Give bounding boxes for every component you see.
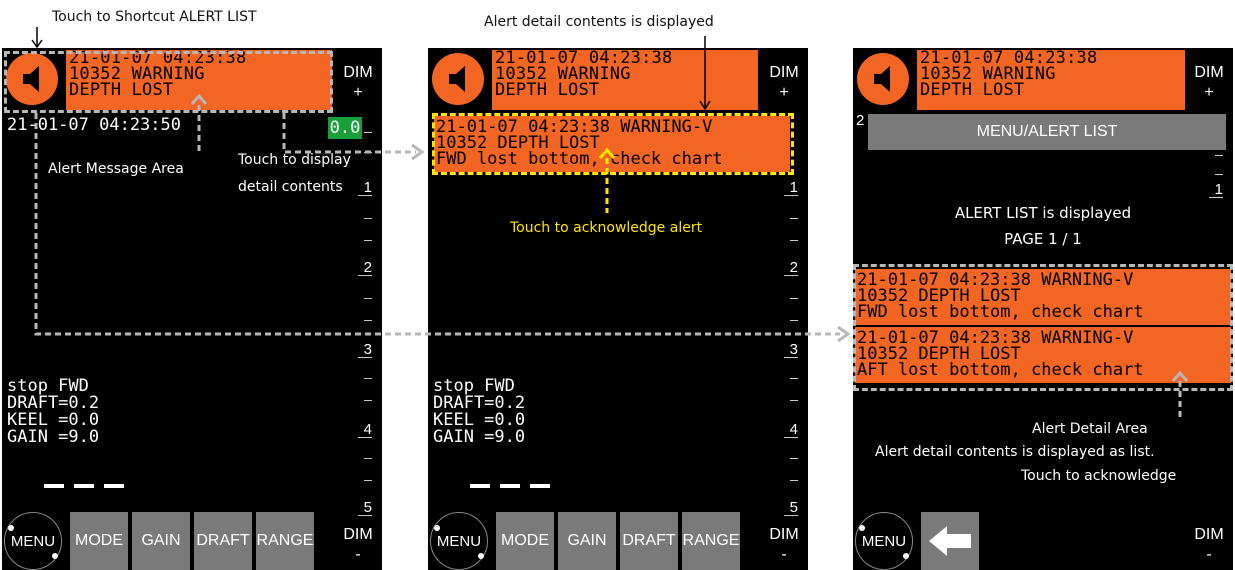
menu-button[interactable]: MENU	[4, 512, 62, 570]
status-block: stop FWD DRAFT=0.2 KEEL =0.0 GAIN =9.0	[433, 378, 525, 446]
dim-minus: -	[1206, 546, 1212, 563]
alert-text: DEPTH LOST	[495, 80, 600, 100]
range-button[interactable]: RANGE	[256, 512, 314, 570]
depth-value: 0.0	[328, 117, 362, 139]
menu-label: MENU	[861, 532, 907, 550]
dash-indicator	[74, 484, 94, 488]
bottom-bar: MENU MODE GAIN DRAFT RANGE DIM -	[428, 508, 808, 570]
bottom-bar: MENU DIM -	[853, 508, 1233, 570]
dim-label: DIM	[1194, 64, 1224, 81]
scale-label-3: 3	[358, 342, 372, 358]
dash-indicator	[104, 484, 124, 488]
menu-label: MENU	[10, 532, 56, 550]
callout-detail-as-list: Alert detail contents is displayed as li…	[875, 444, 1155, 460]
alert-message-area[interactable]: 21-01-07 04:23:38 10352 WARNING DEPTH LO…	[492, 50, 758, 110]
dim-minus-button[interactable]: DIM -	[1185, 512, 1233, 570]
callout-touch-display-2: detail contents	[238, 179, 343, 195]
scale-label-3: 3	[784, 342, 798, 358]
scale-label-1: 1	[1209, 182, 1223, 198]
draft-button[interactable]: DRAFT	[194, 512, 252, 570]
callout-alert-detail-area: Alert Detail Area	[1032, 421, 1148, 437]
dim-minus: -	[781, 546, 787, 563]
callout-shortcut: Touch to Shortcut ALERT LIST	[52, 9, 257, 25]
dim-label: DIM	[769, 526, 799, 543]
dim-label: DIM	[769, 64, 799, 81]
highlight-shortcut-area	[4, 51, 333, 113]
menu-button[interactable]: MENU	[430, 512, 488, 570]
dim-label: DIM	[343, 64, 373, 81]
depth-scale: 1 2 3 4 5	[774, 140, 798, 520]
dim-plus: +	[353, 84, 363, 101]
speaker-icon	[874, 66, 890, 92]
status-line: GAIN =9.0	[433, 427, 526, 447]
draft-button[interactable]: DRAFT	[620, 512, 678, 570]
scale-label-1: 1	[358, 180, 372, 196]
scale-label-4: 4	[784, 422, 798, 438]
callout-touch-to-ack: Touch to acknowledge	[1021, 468, 1177, 484]
status-line: GAIN =9.0	[7, 427, 100, 447]
scale-tick	[1215, 155, 1223, 156]
speaker-icon	[449, 66, 465, 92]
callout-detail-displayed: Alert detail contents is displayed	[484, 14, 714, 30]
clock: 21-01-07 04:23:50	[7, 115, 181, 135]
scale-label-2: 2	[784, 260, 798, 276]
mode-button[interactable]: MODE	[70, 512, 128, 570]
menu-alert-list-header[interactable]: MENU/ALERT LIST	[868, 114, 1226, 150]
dim-plus: +	[1204, 84, 1214, 101]
screen-main: 21-01-07 04:23:38 10352 WARNING DEPTH LO…	[2, 48, 382, 570]
range-button[interactable]: RANGE	[682, 512, 740, 570]
dim-plus: +	[779, 84, 789, 101]
dim-minus: -	[355, 546, 361, 563]
scale-label-2: 2	[856, 112, 865, 129]
alert-list-displayed: ALERT LIST is displayed	[954, 204, 1132, 222]
highlight-alert-detail-area	[853, 264, 1233, 391]
scale-label-1: 1	[784, 180, 798, 196]
menu-button[interactable]: MENU	[855, 512, 913, 570]
back-button[interactable]	[921, 512, 979, 570]
dim-plus-button[interactable]: DIM +	[760, 48, 808, 110]
status-block: stop FWD DRAFT=0.2 KEEL =0.0 GAIN =9.0	[7, 378, 99, 446]
dash-indicator	[44, 484, 64, 488]
page-indicator: PAGE 1 / 1	[1004, 230, 1082, 248]
depth-scale: 1 2 3 4 5	[348, 140, 372, 520]
alert-text: DEPTH LOST	[920, 80, 1025, 100]
dim-minus-button[interactable]: DIM -	[334, 512, 382, 570]
scale-label-4: 4	[358, 422, 372, 438]
back-arrow-icon	[929, 526, 971, 556]
dim-plus-button[interactable]: DIM +	[334, 48, 382, 110]
scale-tick	[364, 132, 372, 133]
dash-indicator	[530, 484, 550, 488]
gain-button[interactable]: GAIN	[558, 512, 616, 570]
dim-label: DIM	[1194, 526, 1224, 543]
dash-indicator	[470, 484, 490, 488]
menu-label: MENU	[436, 532, 482, 550]
dim-plus-button[interactable]: DIM +	[1185, 48, 1233, 110]
callout-alert-message-area: Alert Message Area	[48, 161, 184, 177]
scale-tick	[1215, 174, 1223, 175]
mode-button[interactable]: MODE	[496, 512, 554, 570]
gain-button[interactable]: GAIN	[132, 512, 190, 570]
alert-speaker-button[interactable]	[857, 53, 909, 105]
alert-speaker-button[interactable]	[432, 53, 484, 105]
dim-label: DIM	[343, 526, 373, 543]
bottom-bar: MENU MODE GAIN DRAFT RANGE DIM -	[2, 508, 382, 570]
scale-label-2: 2	[358, 260, 372, 276]
callout-touch-display-1: Touch to display	[238, 152, 351, 168]
dash-indicator	[500, 484, 520, 488]
highlight-detail-popup	[432, 113, 794, 175]
dim-minus-button[interactable]: DIM -	[760, 512, 808, 570]
callout-touch-ack: Touch to acknowledge alert	[510, 220, 703, 236]
alert-message-area[interactable]: 21-01-07 04:23:38 10352 WARNING DEPTH LO…	[917, 50, 1185, 110]
